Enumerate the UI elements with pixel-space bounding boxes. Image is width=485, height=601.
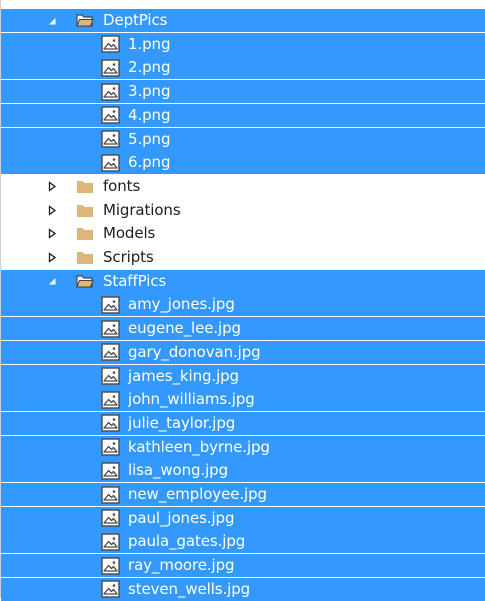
tree-item-label: amy_jones.jpg bbox=[128, 295, 235, 314]
tree-file-row[interactable]: ray_moore.jpg bbox=[1, 554, 485, 578]
tree-item-label: 2.png bbox=[128, 58, 171, 77]
image-file-icon bbox=[100, 438, 120, 457]
tree-folder-row[interactable]: StaffPics bbox=[1, 269, 485, 293]
tree-file-row[interactable]: lisa_wong.jpg bbox=[1, 459, 485, 483]
tree-file-row[interactable]: kathleen_byrne.jpg bbox=[1, 435, 485, 459]
image-file-icon bbox=[100, 367, 120, 386]
tree-folder-row[interactable]: DeptPics bbox=[1, 9, 485, 32]
folder-icon bbox=[75, 248, 95, 267]
tree-file-row[interactable]: eugene_lee.jpg bbox=[1, 317, 485, 341]
image-file-icon bbox=[100, 153, 120, 172]
tree-item-label: 4.png bbox=[128, 105, 171, 124]
expanded-arrow-icon[interactable] bbox=[45, 9, 59, 32]
tree-file-row[interactable]: paul_jones.jpg bbox=[1, 506, 485, 530]
tree-item-label: Scripts bbox=[103, 248, 154, 266]
tree-item-label: gary_donovan.jpg bbox=[128, 342, 261, 361]
image-file-icon bbox=[100, 509, 120, 528]
tree-file-row[interactable]: 4.png bbox=[1, 103, 485, 127]
image-file-icon bbox=[100, 82, 120, 101]
image-file-icon bbox=[100, 532, 120, 551]
image-file-icon bbox=[100, 461, 120, 480]
tree-file-row[interactable]: amy_jones.jpg bbox=[1, 293, 485, 317]
tree-folder-row[interactable]: fonts bbox=[1, 174, 485, 198]
tree-item-label: paula_gates.jpg bbox=[128, 532, 246, 551]
image-file-icon bbox=[100, 130, 120, 149]
image-file-icon bbox=[100, 343, 120, 362]
tree-file-row[interactable]: steven_wells.jpg bbox=[1, 577, 485, 601]
tree-file-row[interactable]: 3.png bbox=[1, 80, 485, 104]
tree-item-label: DeptPics bbox=[103, 11, 168, 29]
tree-item-label: new_employee.jpg bbox=[128, 485, 267, 503]
tree-item-label: lisa_wong.jpg bbox=[128, 461, 228, 480]
tree-item-label: Models bbox=[103, 224, 156, 243]
tree-item-label: StaffPics bbox=[103, 271, 167, 290]
folder-icon bbox=[75, 177, 95, 196]
tree-item-label: ray_moore.jpg bbox=[128, 556, 235, 575]
tree-file-row[interactable]: new_employee.jpg bbox=[1, 483, 485, 506]
tree-file-row[interactable]: 1.png bbox=[1, 32, 485, 56]
folder-icon bbox=[75, 224, 95, 243]
folder-open-icon bbox=[75, 272, 95, 291]
image-file-icon bbox=[100, 319, 120, 338]
tree-file-row[interactable]: gary_donovan.jpg bbox=[1, 340, 485, 364]
tree-item-label: 1.png bbox=[128, 34, 171, 53]
tree-file-row[interactable]: 6.png bbox=[1, 151, 485, 175]
tree-item-label: eugene_lee.jpg bbox=[128, 319, 241, 338]
image-file-icon bbox=[100, 58, 120, 77]
tree-file-row[interactable]: paula_gates.jpg bbox=[1, 530, 485, 554]
tree-file-row[interactable]: john_williams.jpg bbox=[1, 388, 485, 412]
tree-file-row[interactable]: james_king.jpg bbox=[1, 364, 485, 388]
collapsed-arrow-icon[interactable] bbox=[45, 222, 59, 245]
image-file-icon bbox=[100, 390, 120, 409]
solution-explorer-tree: DeptPics 1.png 2.png 3.png 4.png 5.png 6.png fo… bbox=[0, 0, 485, 601]
tree-file-row[interactable]: julie_taylor.jpg bbox=[1, 411, 485, 435]
tree-folder-row[interactable]: Migrations bbox=[1, 198, 485, 222]
image-file-icon bbox=[100, 580, 120, 599]
tree-item-label: julie_taylor.jpg bbox=[128, 413, 236, 432]
tree-item-label: james_king.jpg bbox=[128, 366, 239, 385]
tree-item-label: john_williams.jpg bbox=[128, 390, 255, 409]
image-file-icon bbox=[100, 556, 120, 575]
expanded-arrow-icon[interactable] bbox=[45, 270, 59, 293]
tree-folder-row[interactable]: Models bbox=[1, 222, 485, 246]
image-file-icon bbox=[100, 414, 120, 433]
tree-item-label: Migrations bbox=[103, 200, 181, 219]
image-file-icon bbox=[100, 485, 120, 504]
collapsed-arrow-icon[interactable] bbox=[45, 175, 59, 198]
collapsed-arrow-icon[interactable] bbox=[45, 246, 59, 269]
tree-file-row[interactable]: 2.png bbox=[1, 56, 485, 80]
tree-item-label: 5.png bbox=[128, 129, 171, 148]
tree-item-label: 6.png bbox=[128, 153, 171, 172]
image-file-icon bbox=[100, 106, 120, 125]
tree-item-label: paul_jones.jpg bbox=[128, 508, 235, 527]
image-file-icon bbox=[100, 295, 120, 314]
collapsed-arrow-icon[interactable] bbox=[45, 199, 59, 222]
tree-file-row[interactable]: 5.png bbox=[1, 127, 485, 151]
tree-item-label: steven_wells.jpg bbox=[128, 579, 251, 598]
folder-icon bbox=[75, 201, 95, 220]
tree-item-label: kathleen_byrne.jpg bbox=[128, 437, 270, 456]
image-file-icon bbox=[100, 35, 120, 54]
tree-item-label: fonts bbox=[103, 176, 141, 195]
tree-item-label: 3.png bbox=[128, 82, 171, 101]
folder-open-icon bbox=[75, 11, 95, 30]
tree-folder-row[interactable]: Scripts bbox=[1, 246, 485, 269]
